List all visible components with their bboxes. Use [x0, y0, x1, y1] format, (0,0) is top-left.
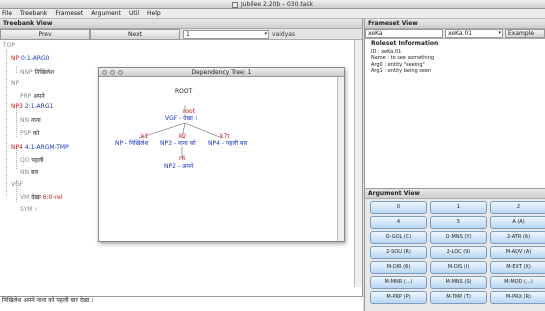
roleset-select-value: xeKa.01: [448, 30, 473, 37]
dependency-tree-window: Dependency Tree: 1 ROOT root VGF - देखा …: [98, 67, 345, 242]
tree-node-nnp[interactable]: NNP निखिलेश: [20, 68, 54, 76]
arg-button[interactable]: 2-ATR (6): [490, 231, 545, 244]
menu-frameset[interactable]: Frameset: [55, 10, 83, 17]
dependency-window-title: Dependency Tree: 1: [191, 69, 252, 76]
arg-button[interactable]: 1: [430, 201, 487, 214]
tree-node-sym[interactable]: SYM ।: [20, 205, 37, 213]
chevron-down-icon: ▾: [498, 30, 501, 36]
dep-root[interactable]: ROOT: [175, 88, 192, 95]
dependency-edges: [138, 105, 223, 159]
menu-argument[interactable]: Argument: [91, 10, 121, 17]
window-title: Jubilee 2.20b – 030.task: [241, 1, 313, 8]
close-icon[interactable]: [102, 70, 107, 75]
menu-treebank[interactable]: Treebank: [20, 10, 47, 17]
arg-button[interactable]: 5: [430, 216, 487, 229]
menu-util[interactable]: Util: [129, 10, 139, 17]
window-titlebar: Jubilee 2.20b – 030.task: [0, 0, 545, 9]
tree-node-psp[interactable]: PSP को: [20, 129, 39, 137]
arg-button[interactable]: M-ADV (A): [490, 246, 545, 259]
tree-node-np3[interactable]: NP3 2:1-ARG1: [11, 103, 53, 110]
tree-node-vgf[interactable]: VGF: [11, 181, 23, 188]
dep-rel-r6: r6: [179, 155, 186, 162]
arg-button[interactable]: 2-SOU (R): [370, 246, 427, 259]
tree-index-select[interactable]: 1 ▾: [183, 30, 269, 39]
arg-button[interactable]: M-EXT (X): [490, 261, 545, 274]
arg-tag: 2:1-ARG1: [24, 103, 54, 110]
dep-node-vgf[interactable]: VGF - देखा ।: [165, 114, 197, 122]
arg-button[interactable]: 2: [490, 201, 545, 214]
menu-help[interactable]: Help: [147, 10, 161, 17]
dep-node-r6[interactable]: NP2 - अपने: [164, 162, 193, 170]
argument-view-title: Argument View: [365, 189, 545, 199]
tree-connector: [6, 50, 7, 196]
dependency-canvas[interactable]: ROOT root VGF - देखा । k1 NP - निखिलेश k…: [99, 77, 344, 241]
treebank-nav: Prev Next 1 ▾ vaidyas: [0, 29, 362, 40]
arg-button[interactable]: M-TMP (T): [430, 291, 487, 304]
dep-node-k7t[interactable]: NP4 - पहली बार: [208, 139, 247, 147]
frameset-view-title: Frameset View: [365, 19, 545, 29]
app-icon: [232, 1, 238, 8]
dependency-window-titlebar: Dependency Tree: 1: [99, 68, 344, 77]
chevron-down-icon: ▾: [264, 31, 267, 37]
sentence-bar: निखिलेश अपने नाना को पहली बार देखा ।: [0, 296, 363, 311]
argument-button-grid: 0 1 2 4 5 A (A) O-GOL (C) O-MNS (Y) 2-AT…: [370, 201, 545, 305]
arg-button[interactable]: M-DIR (6): [370, 261, 427, 274]
next-button[interactable]: Next: [90, 29, 180, 40]
annotator-label: vaidyas: [272, 31, 296, 38]
dep-node-k2[interactable]: NP3 - नाना को: [160, 139, 196, 147]
lemma-input[interactable]: xeKa: [365, 29, 443, 38]
treebank-view-title: Treebank View: [0, 19, 362, 29]
tree-index-value: 1: [186, 31, 190, 38]
arg-tag: 0:1-ARG0: [21, 55, 50, 62]
tree-node-prp[interactable]: PRP अपने: [20, 92, 45, 100]
tree-node-vm[interactable]: VM देखा 6:0-rel: [20, 193, 62, 201]
tree-node-nn2[interactable]: NN बार: [20, 168, 38, 176]
arg-button[interactable]: M-MNR (...): [370, 276, 427, 289]
zoom-icon[interactable]: [118, 70, 123, 75]
arg-button[interactable]: 2-LOC (9): [430, 246, 487, 259]
menu-file[interactable]: File: [2, 10, 12, 17]
tree-node-np1[interactable]: NP 0:1-ARG0: [11, 55, 49, 62]
arg-button[interactable]: O-MNS (Y): [430, 231, 487, 244]
tree-node-np4[interactable]: NP4 4:1-ARGM-TMP: [11, 144, 69, 151]
tree-scrollbar[interactable]: [354, 40, 362, 287]
frameset-toolbar: xeKa xeKa.01 ▾ Example: [365, 29, 545, 39]
arg-button[interactable]: M-DIS (I): [430, 261, 487, 274]
arg-tag: 4:1-ARGM-TMP: [24, 144, 69, 151]
tree-node-top[interactable]: TOP: [3, 42, 15, 49]
arg-button[interactable]: O-GOL (C): [370, 231, 427, 244]
frameset-view: Frameset View xeKa xeKa.01 ▾ Example Rol…: [364, 19, 545, 188]
rel-tag: 6:0-rel: [42, 194, 63, 201]
roleset-select[interactable]: xeKa.01 ▾: [445, 29, 503, 38]
menu-bar: File Treebank Frameset Argument Util Hel…: [0, 9, 545, 19]
prev-button[interactable]: Prev: [0, 29, 90, 40]
tree-connector: [16, 66, 17, 73]
arg-button[interactable]: A (A): [490, 216, 545, 229]
arg-button[interactable]: M-PRX (R): [490, 291, 545, 304]
tree-node-np2[interactable]: NP: [11, 80, 19, 87]
tree-node-qo[interactable]: QO पहली: [20, 156, 44, 164]
argument-view: Argument View 0 1 2 4 5 A (A) O-GOL (C) …: [364, 188, 545, 311]
tree-node-nn1[interactable]: NN नाना: [20, 116, 41, 124]
arg-button[interactable]: 4: [370, 216, 427, 229]
dependency-scrollbar[interactable]: [337, 77, 344, 241]
roleset-info-title: Roleset Information: [371, 40, 439, 47]
arg-button[interactable]: M-MOD (...): [490, 276, 545, 289]
dep-node-k1[interactable]: NP - निखिलेश: [115, 139, 149, 147]
roleset-info: Roleset Information ID : xeKa.01 Name : …: [365, 39, 545, 77]
arg-button[interactable]: M-MNS (S): [430, 276, 487, 289]
arg-button[interactable]: M-PRP (P): [370, 291, 427, 304]
roleset-line: Arg1 : entity being seen: [371, 68, 432, 74]
minimize-icon[interactable]: [110, 70, 115, 75]
arg-button[interactable]: 0: [370, 201, 427, 214]
example-button[interactable]: Example: [505, 29, 545, 38]
tree-connector: [16, 106, 17, 137]
